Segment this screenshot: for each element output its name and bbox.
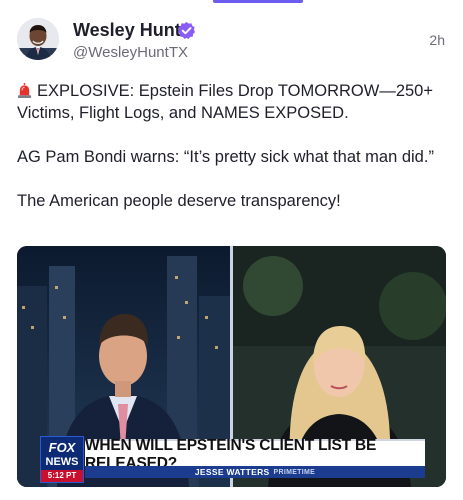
author-name[interactable]: Wesley Hunt	[73, 20, 181, 41]
show-name-bar: JESSE WATTERS PRIMETIME	[85, 466, 425, 478]
avatar[interactable]	[17, 18, 59, 60]
verified-badge-icon	[177, 21, 196, 40]
fox-logo-top: FOX	[48, 440, 76, 455]
post-paragraph-2: AG Pam Bondi warns: “It’s pretty sick wh…	[17, 148, 434, 166]
active-tab-indicator	[213, 0, 303, 3]
post-timestamp[interactable]: 2h	[429, 32, 445, 48]
post-paragraph: EXPLOSIVE: Epstein Files Drop TOMORROW—2…	[17, 80, 447, 124]
fox-logo-bottom: NEWS	[45, 456, 79, 468]
show-name: JESSE WATTERS	[194, 467, 270, 477]
post-header: Wesley Hunt @WesleyHuntTX 2h	[17, 18, 446, 64]
news-chyron: WHEN WILL EPSTEIN'S CLIENT LIST BE RELEA…	[85, 437, 425, 472]
post-video-image[interactable]: FOX NEWS 5:12 PT WHEN WILL EPSTEIN'S CLI…	[17, 246, 446, 487]
siren-emoji-icon	[17, 82, 32, 98]
broadcast-time: 5:12 PT	[41, 470, 83, 482]
post-paragraph-3: The American people deserve transparency…	[17, 192, 341, 210]
author-handle[interactable]: @WesleyHuntTX	[73, 44, 188, 61]
post-paragraph-1: EXPLOSIVE: Epstein Files Drop TOMORROW—2…	[17, 82, 433, 122]
post-text: EXPLOSIVE: Epstein Files Drop TOMORROW—2…	[17, 80, 447, 234]
fox-news-logo: FOX NEWS 5:12 PT	[40, 436, 84, 483]
show-tag: PRIMETIME	[273, 468, 316, 476]
